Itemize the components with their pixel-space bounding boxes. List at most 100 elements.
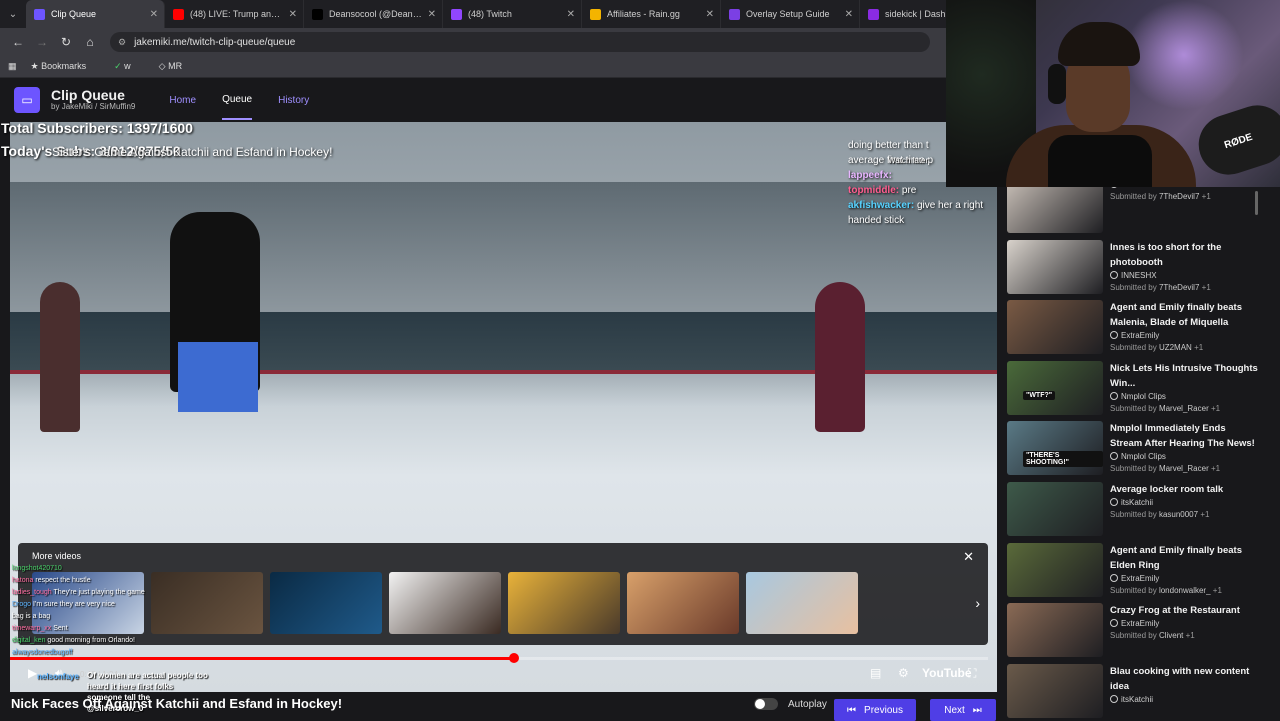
queue-thumbnail[interactable]: "THERE'S SHOOTING!" [1007, 421, 1103, 476]
queue-item-channel-name: INNESHX [1121, 270, 1157, 280]
play-icon[interactable]: ▶ [28, 666, 37, 680]
settings-gear-icon[interactable]: ⚙ [898, 666, 909, 680]
submitter-name: 7TheDevil7 [1158, 282, 1200, 292]
browser-tab[interactable]: Affiliates - Rain.gg ✕ [582, 0, 721, 28]
autoplay-switch[interactable] [754, 698, 778, 710]
hockey-player-figure-left [40, 282, 80, 432]
bookmark-w[interactable]: ✓ w [114, 61, 145, 72]
queue-item-title: Nmplol Immediately Ends Stream After Hea… [1110, 423, 1255, 450]
tab-close-icon[interactable]: ✕ [845, 9, 853, 20]
queue-item[interactable]: Average locker room talk itsKatchii Submit… [1007, 482, 1277, 540]
queue-item[interactable]: Crazy Frog at the Restaurant ExtraEmily Su… [1007, 603, 1277, 661]
chat-message: I'm sure they are very nice [33, 601, 115, 608]
watch-later-label: Watch later [888, 156, 929, 165]
queue-item-title: Innes is too short for the photobooth [1110, 241, 1222, 268]
fullscreen-icon[interactable]: ⛶ [968, 666, 976, 681]
queue-item-submitter: Submitted by kasun0007 +1 [1110, 509, 1260, 521]
queue-item[interactable]: INNESHX Submitted by 7TheDevil7 +1 [1007, 187, 1277, 237]
tab-close-icon[interactable]: ✕ [428, 9, 436, 20]
queue-thumbnail[interactable] [1007, 187, 1103, 233]
reload-icon[interactable]: ↻ [54, 35, 78, 49]
chat-line: Of women are actual people too [87, 670, 208, 681]
queue-item[interactable]: "WTF?" Nick Lets His Intrusive Thoughts W… [1007, 360, 1277, 419]
current-clip-title: Nick Faces Off Against Katchii and Esfan… [11, 696, 343, 711]
chat-message: doing better than t [848, 140, 929, 151]
queue-item[interactable]: Agent and Emily finally beats Malenia, B… [1007, 300, 1277, 358]
bookmark-mr[interactable]: ◇ MR [159, 61, 196, 72]
site-info-icon[interactable]: ⚙ [118, 37, 126, 48]
channel-icon [1110, 694, 1118, 703]
tab-search-icon[interactable]: ⌄ [0, 0, 26, 28]
bookmarks-folder[interactable]: ★ Bookmarks [31, 61, 101, 72]
chevron-right-icon[interactable]: › [975, 595, 980, 611]
queue-thumbnail[interactable] [1007, 542, 1103, 597]
queue-item-channel-name: INNESHX [1121, 187, 1157, 189]
chat-username: hatona [12, 577, 34, 584]
queue-item[interactable]: Blau cooking with new content idea itsKat… [1007, 663, 1277, 720]
close-icon[interactable]: ✕ [963, 549, 974, 565]
nav-home[interactable]: Home [169, 82, 196, 119]
chat-line: ladies_tough They're just playing the ga… [12, 587, 145, 599]
queue-item-text: Nick Lets His Intrusive Thoughts Win... N… [1110, 361, 1260, 419]
forward-icon[interactable]: → [30, 35, 54, 49]
nav-queue[interactable]: Queue [222, 81, 253, 120]
clip-queue-logo-icon[interactable]: ▭ [14, 87, 40, 113]
main-nav: Home Queue History [169, 80, 335, 120]
url-field[interactable]: ⚙ jakemiki.me/twitch-clip-queue/queue [110, 32, 930, 52]
browser-tab[interactable]: Overlay Setup Guide ✕ [721, 0, 860, 28]
browser-tab[interactable]: (48) Twitch ✕ [443, 0, 582, 28]
browser-tab[interactable]: (48) LIVE: Trump announc ✕ [165, 0, 304, 28]
browser-tab[interactable]: Clip Queue ✕ [26, 0, 165, 28]
queue-item-channel-name: itsKatchii [1121, 694, 1154, 704]
tab-close-icon[interactable]: ✕ [289, 9, 297, 20]
queue-item-channel-name: Nmplol Clips [1121, 391, 1166, 401]
author-jakemiki[interactable]: JakeMiki [62, 102, 93, 111]
home-icon[interactable]: ⌂ [78, 35, 102, 49]
captions-icon[interactable]: ▤ [870, 666, 881, 680]
queue-item[interactable]: Agent and Emily finally beats Elden Ring… [1007, 542, 1277, 601]
chat-message: bag is a bag [12, 613, 51, 620]
queue-item[interactable]: Innes is too short for the photobooth INN… [1007, 239, 1277, 298]
bookmark-mr-label: MR [168, 61, 183, 71]
headset-icon [1048, 64, 1066, 104]
queue-thumbnail[interactable] [1007, 603, 1103, 658]
autoplay-toggle[interactable]: Autoplay [754, 698, 827, 710]
tab-favicon-icon [312, 8, 323, 20]
queue-item[interactable]: "THERE'S SHOOTING!" Nmplol Immediately En… [1007, 421, 1277, 479]
progress-scrubber[interactable] [508, 653, 519, 663]
tab-close-icon[interactable]: ✕ [567, 9, 575, 20]
queue-item-text: Blau cooking with new content idea itsKat… [1110, 664, 1260, 720]
video-thumbnail[interactable] [389, 572, 501, 634]
queue-thumbnail[interactable] [1007, 663, 1103, 718]
queue-thumbnail[interactable]: "WTF?" [1007, 360, 1103, 415]
back-icon[interactable]: ← [6, 35, 30, 49]
queue-item-submitter: Submitted by 7TheDevil7 +1 [1110, 191, 1260, 203]
next-button[interactable]: Next ⏭ [930, 699, 996, 721]
video-progress-bar[interactable] [10, 653, 988, 663]
nav-history[interactable]: History [278, 82, 309, 119]
queue-thumbnail[interactable] [1007, 482, 1103, 536]
tab-close-icon[interactable]: ✕ [150, 9, 158, 20]
submitter-name: Marvel_Racer [1158, 403, 1209, 413]
video-thumbnail[interactable] [746, 572, 858, 634]
tab-close-icon[interactable]: ✕ [706, 9, 714, 20]
video-thumbnail[interactable] [151, 572, 263, 634]
browser-tab[interactable]: Deansocool (@Deansoco ✕ [304, 0, 443, 28]
queue-item-text: Nmplol Immediately Ends Stream After Hea… [1110, 421, 1260, 479]
thumbnail-caption: "WTF?" [1023, 390, 1056, 400]
apps-grid-icon[interactable]: ▦ [8, 61, 17, 72]
previous-button[interactable]: ⏮ Previous [834, 699, 916, 721]
queue-thumbnail[interactable] [1007, 300, 1103, 355]
queue-thumbnail[interactable] [1007, 239, 1103, 294]
channel-icon [1110, 187, 1118, 188]
submitter-extra: +1 [1200, 510, 1210, 519]
hockey-player-figure-right [815, 282, 865, 432]
video-thumbnail[interactable] [270, 572, 382, 634]
video-thumbnail[interactable] [627, 572, 739, 634]
youtube-logo[interactable]: YouTube [922, 666, 972, 680]
video-thumbnail[interactable] [508, 572, 620, 634]
chat-message: Sent [53, 625, 68, 632]
author-sirmuffin[interactable]: SirMuffin9 [100, 102, 136, 111]
watch-later-button[interactable]: Watch later [888, 156, 928, 165]
video-title-overlay[interactable]: Sister's Game Against Katchii and Esfand… [52, 145, 332, 159]
